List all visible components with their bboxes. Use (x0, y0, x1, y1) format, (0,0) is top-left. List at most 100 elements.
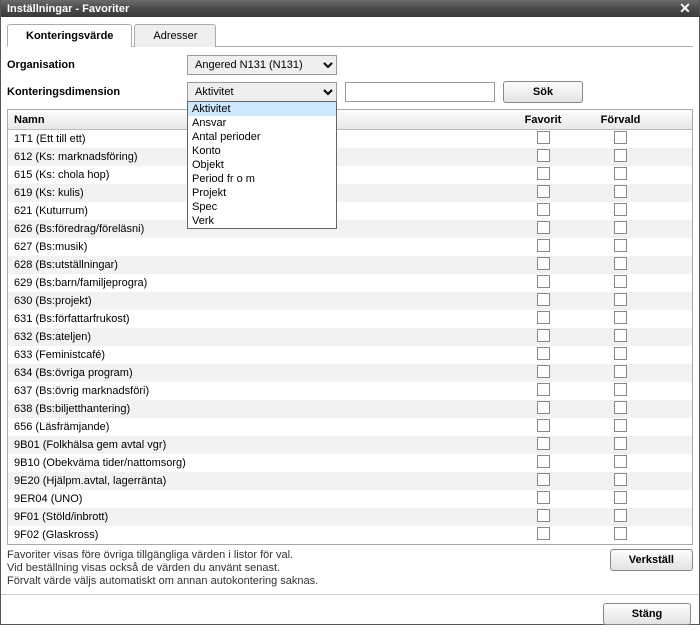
table-row[interactable]: 631 (Bs:författarfrukost) (8, 310, 692, 328)
forvald-checkbox[interactable] (614, 131, 627, 144)
table-body[interactable]: 1T1 (Ett till ett)612 (Ks: marknadsförin… (8, 130, 692, 544)
favorit-checkbox[interactable] (537, 221, 550, 234)
apply-button[interactable]: Verkställ (610, 549, 693, 571)
forvald-checkbox[interactable] (614, 239, 627, 252)
dimension-option[interactable]: Antal perioder (188, 130, 336, 144)
table-row[interactable]: 619 (Ks: kulis) (8, 184, 692, 202)
favorit-checkbox[interactable] (537, 419, 550, 432)
tab-konteringsvarde[interactable]: Konteringsvärde (7, 24, 132, 47)
search-button[interactable]: Sök (503, 81, 583, 103)
cell-favorit (508, 473, 578, 489)
favorit-checkbox[interactable] (537, 203, 550, 216)
table-row[interactable]: 628 (Bs:utställningar) (8, 256, 692, 274)
table-row[interactable]: 621 (Kuturrum) (8, 202, 692, 220)
cell-name: 627 (Bs:musik) (8, 241, 508, 253)
forvald-checkbox[interactable] (614, 473, 627, 486)
favorit-checkbox[interactable] (537, 491, 550, 504)
table-row[interactable]: 612 (Ks: marknadsföring) (8, 148, 692, 166)
close-icon[interactable]: ✕ (677, 0, 693, 17)
col-header-forvald[interactable]: Förvald (578, 114, 663, 126)
tab-strip: Konteringsvärde Adresser (7, 23, 693, 47)
table-row[interactable]: 627 (Bs:musik) (8, 238, 692, 256)
forvald-checkbox[interactable] (614, 455, 627, 468)
table-row[interactable]: 626 (Bs:föredrag/föreläsni) (8, 220, 692, 238)
favorit-checkbox[interactable] (537, 185, 550, 198)
favorit-checkbox[interactable] (537, 383, 550, 396)
forvald-checkbox[interactable] (614, 257, 627, 270)
favorit-checkbox[interactable] (537, 473, 550, 486)
organisation-select[interactable]: Angered N131 (N131) (187, 55, 337, 75)
forvald-checkbox[interactable] (614, 509, 627, 522)
table-row[interactable]: 630 (Bs:projekt) (8, 292, 692, 310)
table-row[interactable]: 633 (Feministcafé) (8, 346, 692, 364)
dimension-option[interactable]: Projekt (188, 186, 336, 200)
favorit-checkbox[interactable] (537, 401, 550, 414)
cell-forvald (578, 221, 663, 237)
favorit-checkbox[interactable] (537, 257, 550, 270)
forvald-checkbox[interactable] (614, 491, 627, 504)
favorit-checkbox[interactable] (537, 131, 550, 144)
favorit-checkbox[interactable] (537, 527, 550, 540)
forvald-checkbox[interactable] (614, 293, 627, 306)
favorit-checkbox[interactable] (537, 311, 550, 324)
dimension-option[interactable]: Objekt (188, 158, 336, 172)
dimension-option[interactable]: Aktivitet (188, 102, 336, 116)
dimension-option[interactable]: Period fr o m (188, 172, 336, 186)
col-header-favorit[interactable]: Favorit (508, 114, 578, 126)
table-row[interactable]: 637 (Bs:övrig marknadsföri) (8, 382, 692, 400)
table-row[interactable]: 615 (Ks: chola hop) (8, 166, 692, 184)
forvald-checkbox[interactable] (614, 437, 627, 450)
favorit-checkbox[interactable] (537, 293, 550, 306)
forvald-checkbox[interactable] (614, 401, 627, 414)
table-row[interactable]: 1T1 (Ett till ett) (8, 130, 692, 148)
forvald-checkbox[interactable] (614, 275, 627, 288)
cell-name: 633 (Feministcafé) (8, 349, 508, 361)
forvald-checkbox[interactable] (614, 527, 627, 540)
dimension-option[interactable]: Spec (188, 200, 336, 214)
favorit-checkbox[interactable] (537, 239, 550, 252)
table-row[interactable]: 632 (Bs:ateljen) (8, 328, 692, 346)
favorit-checkbox[interactable] (537, 347, 550, 360)
favorit-checkbox[interactable] (537, 275, 550, 288)
table-row[interactable]: 638 (Bs:biljetthantering) (8, 400, 692, 418)
forvald-checkbox[interactable] (614, 185, 627, 198)
table-row[interactable]: 9B10 (Obekväma tider/nattomsorg) (8, 454, 692, 472)
forvald-checkbox[interactable] (614, 203, 627, 216)
dimension-option[interactable]: Konto (188, 144, 336, 158)
favorit-checkbox[interactable] (537, 167, 550, 180)
forvald-checkbox[interactable] (614, 419, 627, 432)
table-row[interactable]: 9E20 (Hjälpm.avtal, lagerränta) (8, 472, 692, 490)
forvald-checkbox[interactable] (614, 383, 627, 396)
table-row[interactable]: 9ER04 (UNO) (8, 490, 692, 508)
forvald-checkbox[interactable] (614, 311, 627, 324)
table-row[interactable]: 656 (Läsfrämjande) (8, 418, 692, 436)
table-row[interactable]: 9F02 (Glaskross) (8, 526, 692, 544)
favorit-checkbox[interactable] (537, 329, 550, 342)
favorit-checkbox[interactable] (537, 365, 550, 378)
dimension-dropdown-list[interactable]: AktivitetAnsvarAntal perioderKontoObjekt… (187, 101, 337, 229)
cell-favorit (508, 185, 578, 201)
forvald-checkbox[interactable] (614, 167, 627, 180)
tab-adresser[interactable]: Adresser (134, 24, 216, 47)
forvald-checkbox[interactable] (614, 365, 627, 378)
dimension-select[interactable]: Aktivitet (187, 82, 337, 102)
cell-name: 628 (Bs:utställningar) (8, 259, 508, 271)
table-row[interactable]: 9B01 (Folkhälsa gem avtal vgr) (8, 436, 692, 454)
cell-name: 637 (Bs:övrig marknadsföri) (8, 385, 508, 397)
forvald-checkbox[interactable] (614, 329, 627, 342)
dimension-option[interactable]: Verk (188, 214, 336, 228)
favorit-checkbox[interactable] (537, 437, 550, 450)
table-row[interactable]: 9F01 (Stöld/inbrott) (8, 508, 692, 526)
favorit-checkbox[interactable] (537, 149, 550, 162)
table-row[interactable]: 634 (Bs:övriga program) (8, 364, 692, 382)
forvald-checkbox[interactable] (614, 149, 627, 162)
table-row[interactable]: 629 (Bs:barn/familjeprogra) (8, 274, 692, 292)
search-input[interactable] (345, 82, 495, 102)
favorit-checkbox[interactable] (537, 455, 550, 468)
forvald-checkbox[interactable] (614, 347, 627, 360)
cell-forvald (578, 383, 663, 399)
favorit-checkbox[interactable] (537, 509, 550, 522)
forvald-checkbox[interactable] (614, 221, 627, 234)
dimension-option[interactable]: Ansvar (188, 116, 336, 130)
close-button[interactable]: Stäng (603, 603, 691, 625)
